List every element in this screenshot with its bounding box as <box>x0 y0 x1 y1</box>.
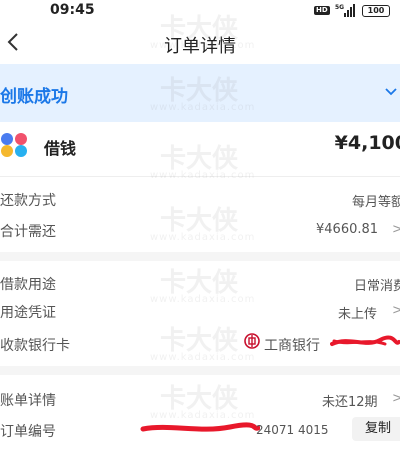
order-number-redaction <box>140 422 260 432</box>
loan-purpose-value: 日常消费 <box>353 279 400 294</box>
status-banner: 创账成功 <box>0 64 400 122</box>
app-logo-icon <box>1 133 27 157</box>
status-time: 09:45 <box>50 2 95 18</box>
chevron-right-icon: > <box>392 303 400 318</box>
order-number-label: 订单编号 <box>0 424 56 440</box>
chevron-right-icon: > <box>392 391 400 406</box>
receiving-card-label: 收款银行卡 <box>0 338 70 354</box>
loan-summary-row: 借钱 ¥4,100 <box>0 122 400 170</box>
bank-name: 工商银行 <box>264 338 320 354</box>
loan-product-name: 借钱 <box>44 139 77 158</box>
banner-text: 创账成功 <box>0 87 68 107</box>
purpose-proof-label: 用途凭证 <box>0 305 56 321</box>
repayment-method-label: 还款方式 <box>0 193 56 209</box>
watermark-url: www.kadaxia.com <box>150 352 256 363</box>
section-gap <box>0 366 400 375</box>
repayment-method-value: 每月等额 <box>351 195 400 210</box>
icbc-bank-icon <box>244 333 260 349</box>
signal-label: 5G <box>335 4 344 11</box>
bill-details-label: 账单详情 <box>0 393 56 409</box>
bill-details-value: 未还12期 <box>322 395 378 410</box>
page-title: 订单详情 <box>164 36 236 57</box>
copy-button[interactable]: 复制 <box>352 417 400 441</box>
watermark-url: www.kadaxia.com <box>150 294 256 305</box>
watermark-url: www.kadaxia.com <box>150 410 256 421</box>
chevron-right-icon: > <box>392 222 400 237</box>
loan-purpose-label: 借款用途 <box>0 277 56 293</box>
section-gap <box>0 252 400 261</box>
divider <box>0 176 400 177</box>
loan-amount: ¥4,100 <box>334 132 400 154</box>
navbar: 订单详情 <box>0 22 400 64</box>
signal-icon: 5G <box>335 4 355 17</box>
watermark-logo: 卡大侠 <box>160 206 239 236</box>
total-due-value: ¥4660.81 <box>316 222 379 237</box>
chevron-down-icon[interactable] <box>384 86 398 98</box>
battery-icon: 100 <box>362 5 390 17</box>
card-number-redaction <box>330 335 400 346</box>
status-bar: 09:45 HD 5G 100 <box>0 0 400 22</box>
total-due-label: 合计需还 <box>0 224 56 240</box>
watermark-logo: 卡大侠 <box>160 326 239 356</box>
watermark-url: www.kadaxia.com <box>150 232 256 243</box>
watermark-logo: 卡大侠 <box>160 268 239 298</box>
watermark-logo: 卡大侠 <box>160 384 239 414</box>
order-number-value: 24071 4015 <box>256 423 329 437</box>
network-hd-badge: HD <box>314 6 330 15</box>
purpose-proof-value: 未上传 <box>338 307 378 322</box>
